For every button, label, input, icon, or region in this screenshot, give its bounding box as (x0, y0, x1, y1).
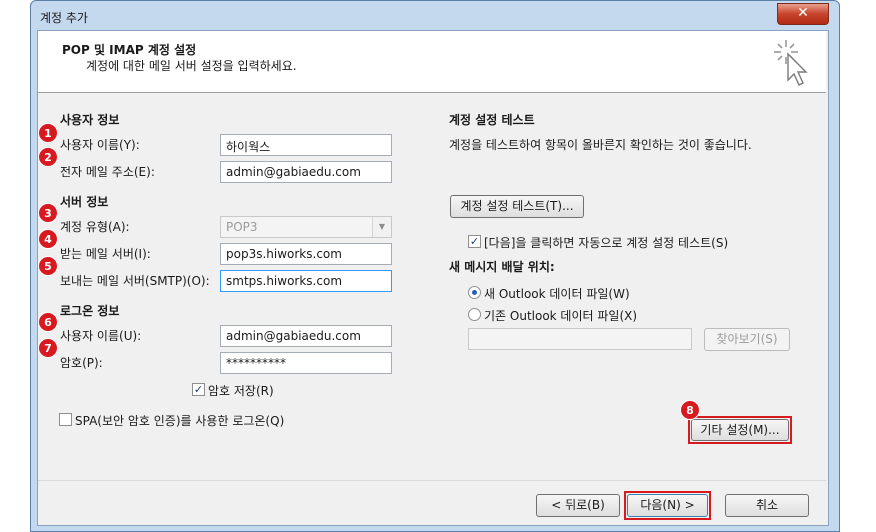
close-icon: ✕ (797, 5, 809, 21)
user-info-heading: 사용자 정보 (60, 113, 120, 127)
password-input[interactable]: ********** (220, 352, 392, 374)
account-type-label: 계정 유형(A): (60, 220, 130, 234)
delivery-heading: 새 메시지 배달 위치: (449, 260, 555, 274)
browse-button: 찾아보기(S) (704, 328, 790, 351)
outgoing-server-input[interactable]: smtps.hiworks.com (220, 270, 392, 292)
server-info-heading: 서버 정보 (60, 195, 109, 209)
logon-info-heading: 로그온 정보 (60, 304, 120, 318)
incoming-server-input[interactable]: pop3s.hiworks.com (220, 243, 392, 265)
test-heading: 계정 설정 테스트 (449, 113, 535, 127)
email-input[interactable]: admin@gabiaedu.com (220, 161, 392, 183)
logon-user-input[interactable]: admin@gabiaedu.com (220, 325, 392, 347)
callout-badge: 6 (38, 312, 58, 332)
cancel-button[interactable]: 취소 (725, 494, 809, 517)
user-name-label: 사용자 이름(Y): (60, 138, 140, 152)
new-data-file-label: 새 Outlook 데이터 파일(W) (484, 287, 630, 301)
auto-test-label: [다음]을 클릭하면 자동으로 계정 설정 테스트(S) (484, 236, 729, 250)
remember-password-checkbox[interactable]: ✓ (192, 383, 205, 396)
more-settings-button[interactable]: 기타 설정(M)... (691, 419, 789, 441)
window-title: 계정 추가 (40, 11, 88, 25)
spa-label: SPA(보안 암호 인증)를 사용한 로그온(Q) (75, 414, 285, 428)
remember-password-label: 암호 저장(R) (208, 384, 274, 398)
callout-badge: 7 (38, 338, 58, 358)
incoming-server-label: 받는 메일 서버(I): (60, 247, 151, 261)
footer-divider (38, 480, 826, 481)
page-subtitle: 계정에 대한 메일 서버 설정을 입력하세요. (86, 59, 297, 73)
next-button[interactable]: 다음(N) > (627, 494, 708, 517)
test-description: 계정을 테스트하여 항목이 올바른지 확인하는 것이 좋습니다. (449, 138, 752, 152)
callout-badge: 4 (38, 229, 58, 249)
callout-badge: 1 (38, 123, 58, 143)
callout-badge: 3 (38, 203, 58, 223)
back-button[interactable]: < 뒤로(B) (536, 494, 620, 517)
page-title: POP 및 IMAP 계정 설정 (62, 43, 197, 57)
password-label: 암호(P): (60, 356, 103, 370)
user-name-input[interactable]: 하이웍스 (220, 134, 392, 156)
email-label: 전자 메일 주소(E): (60, 165, 155, 179)
new-data-file-radio[interactable] (468, 286, 481, 299)
data-file-path-input (468, 328, 692, 350)
account-type-value: POP3 (226, 220, 258, 234)
checkmark-icon: ✓ (469, 235, 480, 248)
spa-checkbox[interactable] (59, 413, 72, 426)
outgoing-server-label: 보내는 메일 서버(SMTP)(O): (60, 274, 210, 288)
wizard-cursor-icon (774, 40, 808, 86)
callout-badge: 5 (38, 256, 58, 276)
account-type-select: POP3 ▼ (220, 216, 392, 238)
callout-badge: 2 (38, 147, 58, 167)
checkmark-icon: ✓ (193, 383, 204, 396)
test-account-button[interactable]: 계정 설정 테스트(T)... (450, 195, 584, 218)
close-button[interactable]: ✕ (777, 3, 829, 25)
chevron-down-icon: ▼ (372, 217, 391, 237)
existing-data-file-radio[interactable] (468, 308, 481, 321)
existing-data-file-label: 기존 Outlook 데이터 파일(X) (484, 309, 638, 323)
callout-badge: 8 (680, 400, 700, 420)
logon-user-label: 사용자 이름(U): (60, 329, 142, 343)
auto-test-checkbox[interactable]: ✓ (468, 235, 481, 248)
